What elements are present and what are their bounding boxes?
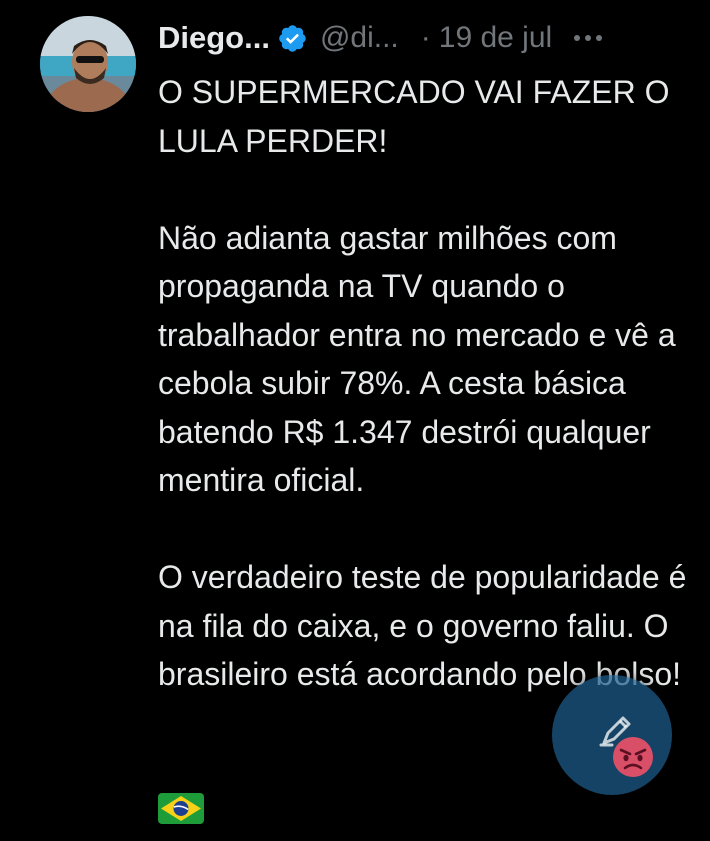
brazil-flag-emoji [158,793,204,824]
author-handle[interactable]: @di... [320,21,399,55]
tweet-date[interactable]: 19 de jul [439,21,552,55]
author-name[interactable]: Diego... [158,20,270,56]
more-options-icon[interactable] [574,23,603,53]
avatar[interactable] [40,16,136,112]
header-separator: · [420,21,431,54]
tweet-headline: O SUPERMERCADO VAI FAZER O LULA PERDER! [158,74,670,159]
tweet-text: O SUPERMERCADO VAI FAZER O LULA PERDER! … [158,68,688,699]
avatar-photo [40,16,136,112]
verified-badge-icon [277,23,308,54]
angry-face-emoji [612,736,654,778]
tweet-header: Diego... @di... · 19 de jul [158,18,680,58]
tweet-paragraph: Não adianta gastar milhões com propagand… [158,219,676,499]
